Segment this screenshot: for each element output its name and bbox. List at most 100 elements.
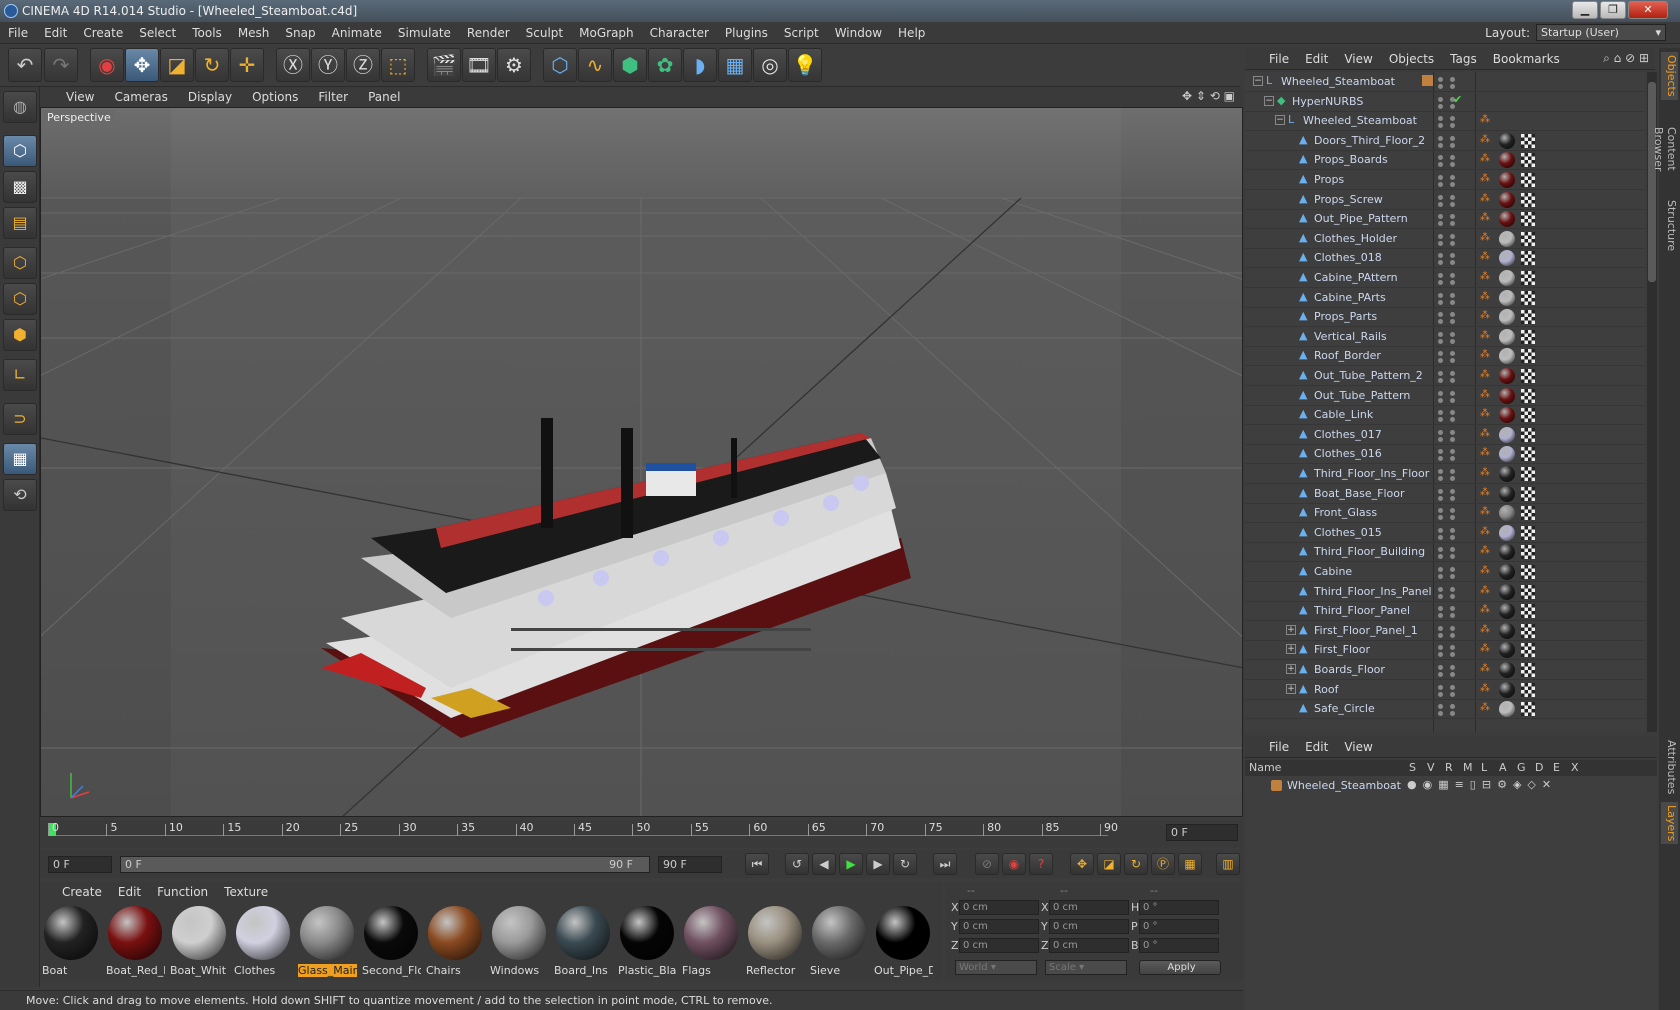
visibility-dot[interactable] [1438, 299, 1443, 305]
texture-mode-icon[interactable]: ▩ [3, 171, 37, 203]
visibility-dot[interactable] [1438, 390, 1443, 396]
object-row[interactable]: ▲ Clothes_Holder ⁂ [1245, 229, 1645, 249]
uvw-tag-icon[interactable] [1521, 486, 1535, 501]
material-tag-icon[interactable] [1499, 681, 1515, 698]
layer-col-a[interactable]: A [1499, 761, 1507, 774]
phong-tag-icon[interactable]: ⁂ [1480, 291, 1490, 303]
visibility-dot[interactable] [1450, 449, 1455, 455]
object-row[interactable]: + ▲ Boards_Floor ⁂ [1245, 660, 1645, 680]
visibility-dots[interactable] [1438, 193, 1478, 207]
visibility-dot[interactable] [1438, 527, 1443, 533]
material-tag-icon[interactable] [1499, 152, 1515, 169]
object-name[interactable]: Out_Tube_Pattern [1314, 389, 1410, 402]
visibility-dots[interactable] [1438, 506, 1478, 521]
om-menu-objects[interactable]: Objects [1381, 48, 1442, 70]
visibility-dot[interactable] [1450, 371, 1455, 376]
visibility-dot[interactable] [1450, 338, 1455, 344]
live-selection-icon[interactable]: ◉ [90, 48, 124, 82]
om-menu-bookmarks[interactable]: Bookmarks [1485, 48, 1568, 70]
object-name[interactable]: Roof [1314, 683, 1338, 696]
phong-tag-icon[interactable]: ⁂ [1480, 506, 1490, 518]
visibility-dot[interactable] [1450, 319, 1455, 325]
menu-tools[interactable]: Tools [184, 22, 230, 44]
object-row[interactable]: ▲ Front_Glass ⁂ [1245, 503, 1645, 524]
visibility-dot[interactable] [1438, 586, 1443, 592]
material-swatch[interactable]: Reflector [744, 904, 805, 977]
layer-col-g[interactable]: G [1517, 761, 1526, 774]
visibility-dots[interactable] [1438, 643, 1478, 658]
keyframe-selection-icon[interactable]: ? [1029, 853, 1053, 875]
object-row[interactable]: ▲ Props ⁂ [1245, 170, 1645, 190]
x-axis-lock-icon[interactable]: Ⓧ [276, 48, 310, 82]
material-tag-icon[interactable] [1499, 132, 1515, 149]
visibility-dot[interactable] [1450, 390, 1455, 396]
visibility-dot[interactable] [1438, 495, 1443, 501]
material-tag-icon[interactable] [1499, 564, 1515, 580]
visibility-dot[interactable] [1438, 554, 1443, 560]
phong-tag-icon[interactable]: ⁂ [1480, 526, 1490, 538]
visibility-dot[interactable] [1450, 142, 1455, 148]
visibility-dot[interactable] [1450, 515, 1455, 521]
visibility-dots[interactable] [1438, 212, 1478, 227]
visibility-dot[interactable] [1438, 625, 1443, 631]
material-tag-icon[interactable] [1499, 603, 1515, 620]
visibility-dots[interactable] [1438, 447, 1478, 462]
layer-col-v[interactable]: V [1427, 761, 1435, 774]
object-row[interactable]: + ▲ Roof ⁂ [1245, 680, 1645, 700]
visibility-dot[interactable] [1438, 417, 1443, 423]
object-name[interactable]: Third_Floor_Building [1314, 545, 1425, 558]
visibility-dot[interactable] [1438, 162, 1443, 168]
phong-tag-icon[interactable]: ⁂ [1480, 565, 1490, 577]
visibility-dot[interactable] [1450, 476, 1455, 481]
expand-toggle-icon[interactable]: − [1253, 76, 1263, 86]
coord-value-field[interactable]: 0 ° [1139, 919, 1219, 934]
material-swatch[interactable]: Second_Flo [360, 904, 421, 977]
visibility-dot[interactable] [1450, 672, 1455, 677]
visibility-dot[interactable] [1438, 606, 1443, 612]
uvw-tag-icon[interactable] [1521, 290, 1535, 305]
coord-value-field[interactable]: 0 cm [1049, 900, 1129, 915]
om-menu-edit[interactable]: Edit [1297, 48, 1336, 70]
object-row[interactable]: ▲ Props_Parts ⁂ [1245, 307, 1645, 328]
menu-sculpt[interactable]: Sculpt [518, 22, 571, 44]
phong-tag-icon[interactable]: ⁂ [1480, 212, 1490, 224]
layer-col-l[interactable]: L [1481, 761, 1487, 774]
viewport-menu-options[interactable]: Options [242, 87, 308, 107]
visibility-dot[interactable] [1438, 142, 1443, 148]
visibility-dots[interactable] [1438, 702, 1478, 717]
viewport-menu-panel[interactable]: Panel [358, 87, 410, 107]
object-row[interactable]: − L Wheeled_Steamboat [1245, 72, 1645, 92]
uvw-tag-icon[interactable] [1521, 251, 1535, 266]
uvw-tag-icon[interactable] [1521, 173, 1535, 187]
uvw-tag-icon[interactable] [1521, 231, 1535, 246]
viewport-menu-filter[interactable]: Filter [308, 87, 358, 107]
visibility-dot[interactable] [1450, 567, 1455, 572]
phong-tag-icon[interactable]: ⁂ [1480, 624, 1490, 636]
object-row[interactable]: ▲ Cabine_PAttern ⁂ [1245, 268, 1645, 288]
phong-tag-icon[interactable]: ⁂ [1480, 153, 1490, 165]
scale-tool-icon[interactable]: ◪ [160, 48, 194, 82]
material-tag-icon[interactable] [1499, 250, 1515, 267]
coords-apply-button[interactable]: Apply [1139, 960, 1221, 975]
lm-menu-edit[interactable]: Edit [1297, 736, 1336, 758]
menu-snap[interactable]: Snap [277, 22, 323, 44]
visibility-dots[interactable] [1438, 565, 1478, 579]
visibility-dots[interactable] [1438, 389, 1478, 403]
uvw-tag-icon[interactable] [1521, 623, 1535, 638]
menu-select[interactable]: Select [131, 22, 184, 44]
coord-value-field[interactable]: 0 cm [1049, 938, 1129, 953]
close-button[interactable]: ✕ [1628, 1, 1668, 19]
visibility-dots[interactable] [1438, 232, 1478, 246]
material-tag-icon[interactable] [1499, 466, 1515, 482]
visibility-dot[interactable] [1438, 338, 1443, 344]
snap-workplane-icon[interactable]: ▦ [3, 443, 37, 475]
layer-toggle-icons[interactable]: ●◉▦≡▯⊟⚙◈◇✕ [1407, 778, 1557, 791]
tab-attributes[interactable]: Attributes [1661, 736, 1678, 798]
object-row[interactable]: ▲ Roof_Border ⁂ [1245, 346, 1645, 367]
phong-tag-icon[interactable]: ⁂ [1480, 604, 1490, 616]
layer-row[interactable]: Wheeled_Steamboat ●◉▦≡▯⊟⚙◈◇✕ [1245, 776, 1657, 796]
uvw-tag-icon[interactable] [1521, 427, 1535, 442]
visibility-dot[interactable] [1438, 613, 1443, 619]
visibility-dot[interactable] [1450, 221, 1455, 227]
material-tag-icon[interactable] [1499, 309, 1515, 326]
